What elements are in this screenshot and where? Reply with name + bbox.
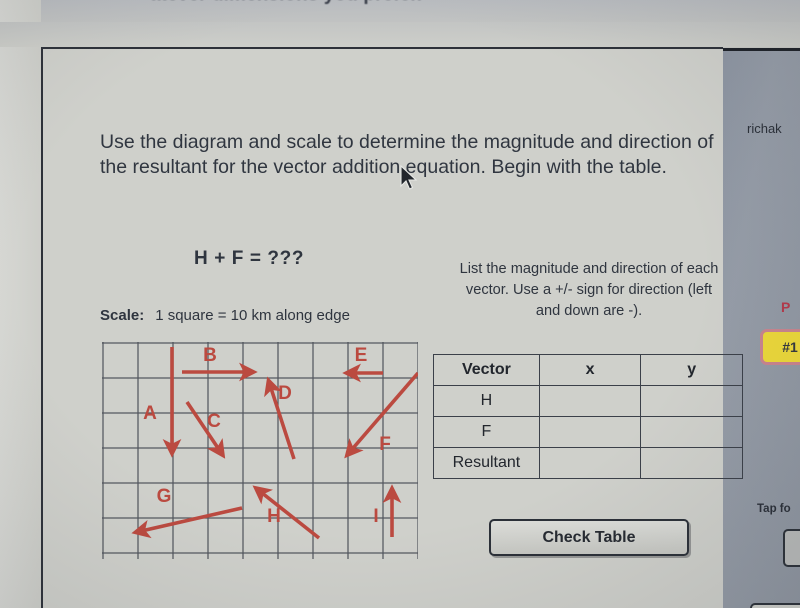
table-header-x: x xyxy=(538,354,642,386)
problem-number-chip[interactable]: #1 xyxy=(760,329,800,365)
scale-value: 1 square = 10 km along edge xyxy=(155,307,350,324)
table-row: Resultant xyxy=(433,447,743,479)
sidebar-answer-box[interactable] xyxy=(783,529,800,567)
vector-table: Vector x y H F Resultant xyxy=(433,354,743,479)
table-cell-vector-name: F xyxy=(433,416,540,448)
scale-label: Scale: xyxy=(100,307,145,324)
scale-row: Scale: 1 square = 10 km along edge xyxy=(100,307,350,324)
table-header-vector: Vector xyxy=(433,354,540,386)
table-header-row: Vector x y xyxy=(433,354,743,386)
worksheet-card: Use the diagram and scale to determine t… xyxy=(41,47,743,608)
vector-label-e: E xyxy=(355,345,368,366)
username-label: richak xyxy=(747,121,782,136)
tap-for-hint-label: Tap fo xyxy=(757,503,791,515)
vector-label-b: B xyxy=(203,345,217,366)
vector-e: E xyxy=(342,345,383,383)
vector-label-i: I xyxy=(373,506,378,527)
table-cell-vector-name: Resultant xyxy=(433,447,540,479)
vector-a: A xyxy=(143,347,182,458)
top-page-gutter xyxy=(0,22,800,47)
vector-diagram: A B C D E F G H I xyxy=(102,342,418,564)
table-instruction: List the magnitude and direction of each… xyxy=(459,261,719,319)
table-cell-x[interactable] xyxy=(538,416,642,448)
vector-label-h: H xyxy=(267,506,281,527)
vector-label-d: D xyxy=(278,383,292,404)
table-row: H xyxy=(433,385,743,417)
table-cell-y[interactable] xyxy=(640,416,743,448)
table-header-y: y xyxy=(640,354,743,386)
vector-equation: H + F = ??? xyxy=(194,248,305,269)
table-body: H F Resultant xyxy=(433,385,743,479)
table-cell-x[interactable] xyxy=(538,385,642,417)
vector-label-a: A xyxy=(143,403,157,424)
vector-g: G xyxy=(131,486,243,539)
table-cell-x[interactable] xyxy=(538,447,642,479)
vector-label-g: G xyxy=(157,486,172,507)
table-cell-y[interactable] xyxy=(640,385,743,417)
vector-diagram-svg: A B C D E F G H I xyxy=(102,342,418,559)
clipped-top-sentence: atever dimensions you prefer. xyxy=(0,0,800,22)
vector-h: H xyxy=(252,485,321,540)
table-row: F xyxy=(433,416,743,448)
practice-section-label: P xyxy=(781,299,791,315)
left-page-gutter xyxy=(0,0,41,608)
problem-prompt: Use the diagram and scale to determine t… xyxy=(100,131,714,178)
table-cell-vector-name: H xyxy=(433,385,540,417)
vector-label-f: F xyxy=(379,434,391,455)
vector-label-c: C xyxy=(207,411,221,432)
vector-b: B xyxy=(182,345,258,382)
view-button[interactable]: Vi xyxy=(750,603,800,608)
vector-line-g xyxy=(131,506,243,539)
screenshot-root: atever dimensions you prefer. richak P #… xyxy=(0,0,800,608)
clipped-top-sentence-text: atever dimensions you prefer. xyxy=(150,0,710,6)
table-cell-y[interactable] xyxy=(640,447,743,479)
vector-c: C xyxy=(185,400,226,459)
check-table-button[interactable]: Check Table xyxy=(489,519,689,556)
